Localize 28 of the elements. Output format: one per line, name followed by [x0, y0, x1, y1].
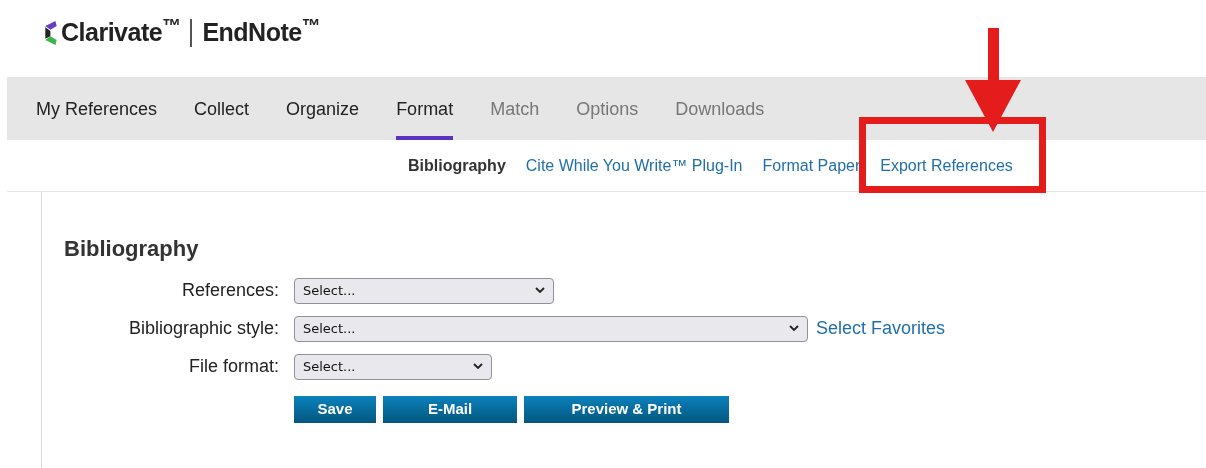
subnav-link[interactable]: Export References [880, 156, 1013, 174]
section-heading: Bibliography [64, 235, 200, 263]
field-label: Bibliographic style: [127, 317, 279, 340]
action-button[interactable]: Preview & Print [524, 396, 729, 423]
field-label: File format: [187, 355, 279, 378]
action-button[interactable]: Save [294, 396, 376, 423]
select-value: Select... [303, 281, 356, 300]
chevron-down-icon [535, 287, 545, 294]
action-button[interactable]: E-Mail [383, 396, 517, 423]
logo-icon [45, 21, 57, 45]
nav-tab[interactable]: My References [36, 77, 158, 140]
subnav-item[interactable]: Bibliography [408, 156, 506, 174]
subnav-link[interactable]: Format Paper [762, 156, 861, 174]
select-dropdown[interactable]: Select... [294, 315, 808, 342]
product-logo-text: EndNote$^{™}$ [202, 14, 320, 49]
nav-tab[interactable]: Format [396, 77, 454, 140]
field-label: References: [180, 279, 279, 302]
nav-tab[interactable]: Organize [286, 77, 360, 140]
select-value: Select... [303, 357, 356, 376]
subnav-link[interactable]: Cite While You Write™ Plug-In [525, 156, 743, 174]
select-favorites-link[interactable]: Select Favorites [816, 315, 946, 342]
brand-logo-text: Clarivate$^{™}$ [61, 14, 181, 49]
select-dropdown[interactable]: Select... [294, 353, 492, 380]
chevron-down-icon [473, 363, 483, 370]
select-value: Select... [303, 319, 356, 338]
chevron-down-icon [789, 325, 799, 332]
nav-tab[interactable]: Collect [194, 77, 250, 140]
select-dropdown[interactable]: Select... [294, 277, 554, 304]
